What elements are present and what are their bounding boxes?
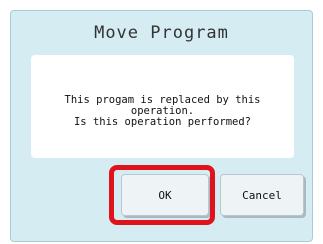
ok-button[interactable]: OK [121,174,209,216]
cancel-button[interactable]: Cancel [220,174,304,216]
ok-button-label: OK [158,188,172,202]
dialog-title: Move Program [94,23,229,43]
dialog-message: This progam is replaced by this operatio… [64,94,261,128]
cancel-button-label: Cancel [242,188,282,202]
message-box: This progam is replaced by this operatio… [31,55,294,158]
